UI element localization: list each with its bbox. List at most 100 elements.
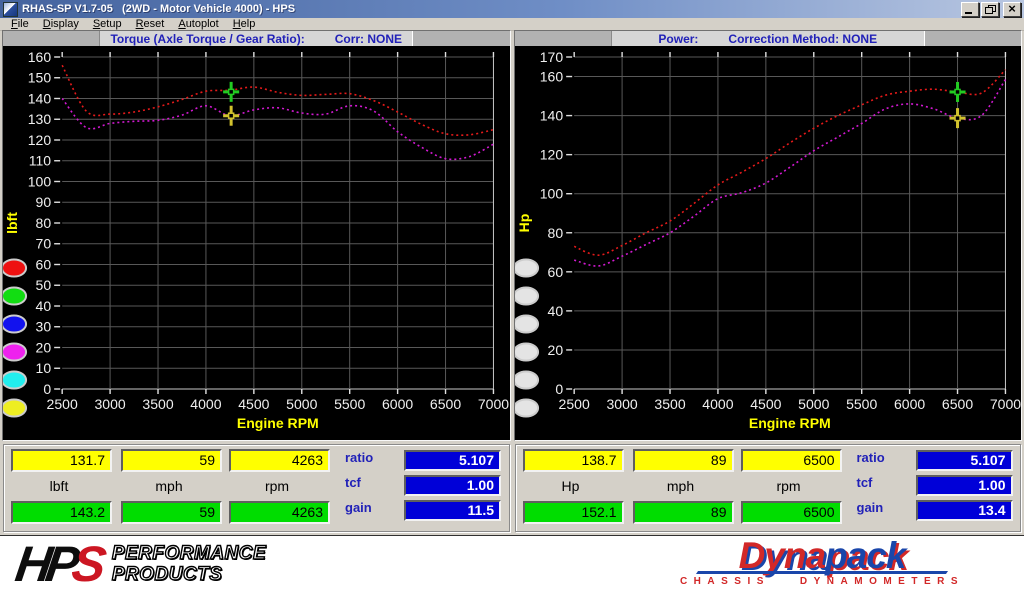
menu-item-setup[interactable]: Setup	[86, 18, 129, 30]
green-cursor[interactable]	[949, 82, 965, 102]
svg-text:100: 100	[28, 174, 52, 190]
curve-run-magenta	[574, 80, 1005, 267]
gain-label: gain	[857, 500, 907, 515]
svg-text:2500: 2500	[47, 396, 78, 412]
power-green-cursor-value: 152.1	[523, 501, 624, 524]
ratio-value-field: 5.107	[404, 450, 501, 471]
hps-logo-text: PERFORMANCE PRODUCTS	[112, 543, 266, 585]
run-select-button-green[interactable]	[3, 288, 26, 305]
svg-text:10: 10	[36, 360, 52, 376]
rpm-green-cursor-value: 6500	[741, 501, 842, 524]
run-select-button-yellow[interactable]	[3, 400, 26, 417]
svg-text:40: 40	[36, 298, 52, 314]
restore-button[interactable]	[981, 2, 999, 17]
torque-panel-header: Torque (Axle Torque / Gear Ratio): Corr:…	[3, 31, 510, 46]
window-title: RHAS-SP V1.7-05 (2WD - Motor Vehicle 400…	[22, 3, 959, 15]
menu-item-autoplot[interactable]: Autoplot	[171, 18, 225, 30]
svg-text:130: 130	[28, 111, 52, 127]
svg-text:0: 0	[555, 381, 563, 397]
tcf-label: tcf	[345, 475, 395, 490]
svg-text:70: 70	[36, 236, 52, 252]
svg-text:20: 20	[547, 342, 563, 358]
dynapack-dynamometers: DYNAMOMETERS	[800, 576, 964, 587]
rpm-yellow-cursor-value: 6500	[741, 449, 842, 472]
svg-text:7000: 7000	[478, 396, 509, 412]
x-axis-label: Engine RPM	[748, 415, 830, 431]
logo-strip: HPS PERFORMANCE PRODUCTS Dynapack CHASSI…	[0, 535, 1024, 592]
readout-row: 131.7 59 4263 lbft mph rpm 143.2 59 4263…	[0, 441, 1024, 536]
yellow-cursor[interactable]	[223, 106, 239, 126]
run-select-button-gray-3[interactable]	[515, 316, 538, 333]
y-axis-label: Hp	[516, 214, 532, 233]
torque-green-cursor-value: 143.2	[11, 501, 112, 524]
hps-s: S	[69, 536, 104, 592]
svg-text:6000: 6000	[382, 396, 413, 412]
minimize-button[interactable]	[961, 2, 979, 17]
svg-text:6500: 6500	[941, 396, 972, 412]
rpm-unit-label: rpm	[229, 478, 325, 494]
svg-text:30: 30	[36, 319, 52, 335]
svg-text:0: 0	[43, 381, 51, 397]
svg-text:4500: 4500	[750, 396, 781, 412]
svg-text:100: 100	[539, 186, 563, 202]
menu-item-display[interactable]: Display	[36, 18, 86, 30]
run-select-button-gray-2[interactable]	[515, 288, 538, 305]
run-select-button-red[interactable]	[3, 260, 26, 277]
tcf-value-field: 1.00	[916, 475, 1013, 496]
svg-text:140: 140	[539, 108, 563, 124]
torque-chart[interactable]: 0102030405060708090100110120130140150160…	[3, 46, 510, 440]
svg-text:160: 160	[539, 69, 563, 85]
svg-text:110: 110	[29, 153, 52, 169]
gain-value-field: 11.5	[404, 500, 501, 521]
dynapack-dyna: Dyna	[739, 535, 825, 576]
title-bar[interactable]: RHAS-SP V1.7-05 (2WD - Motor Vehicle 400…	[0, 0, 1024, 18]
svg-text:5000: 5000	[798, 396, 829, 412]
power-yellow-cursor-value: 138.7	[523, 449, 624, 472]
rpm-green-cursor-value: 4263	[229, 501, 330, 524]
close-button[interactable]	[1003, 2, 1021, 17]
gain-value-field: 13.4	[916, 500, 1013, 521]
svg-text:3500: 3500	[142, 396, 173, 412]
menu-item-reset[interactable]: Reset	[129, 18, 172, 30]
run-select-button-gray-6[interactable]	[515, 400, 538, 417]
svg-text:2500: 2500	[558, 396, 589, 412]
app-icon	[3, 2, 18, 17]
run-select-button-gray-4[interactable]	[515, 344, 538, 361]
ratio-value-field: 5.107	[916, 450, 1013, 471]
run-select-button-gray-5[interactable]	[515, 372, 538, 389]
menu-item-help[interactable]: Help	[226, 18, 263, 30]
power-correction-status: Correction Method: NONE	[728, 32, 877, 46]
run-select-button-magenta[interactable]	[3, 344, 26, 361]
svg-text:6500: 6500	[430, 396, 461, 412]
chart-area: Torque (Axle Torque / Gear Ratio): Corr:…	[0, 30, 1024, 441]
svg-text:40: 40	[547, 303, 563, 319]
svg-text:160: 160	[28, 49, 52, 65]
power-header-strip: Power: Correction Method: NONE	[611, 31, 925, 46]
speed-unit-label: mph	[633, 478, 729, 494]
torque-correction-status: Corr: NONE	[335, 32, 402, 46]
x-axis-label: Engine RPM	[237, 415, 319, 431]
run-select-button-cyan[interactable]	[3, 372, 26, 389]
svg-text:4000: 4000	[190, 396, 221, 412]
power-chart[interactable]: 0204060801001201401601702500300035004000…	[515, 46, 1022, 440]
menu-item-file[interactable]: File	[4, 18, 36, 30]
y-axis-label: lbft	[4, 212, 20, 234]
run-select-button-blue[interactable]	[3, 316, 26, 333]
torque-unit-label: lbft	[11, 478, 107, 494]
dynapack-wordmark: Dynapack	[636, 538, 1008, 574]
yellow-cursor[interactable]	[949, 108, 965, 128]
run-select-button-gray-1[interactable]	[515, 260, 538, 277]
svg-text:5000: 5000	[286, 396, 317, 412]
torque-panel: Torque (Axle Torque / Gear Ratio): Corr:…	[2, 30, 511, 441]
svg-text:5500: 5500	[846, 396, 877, 412]
torque-readout-group: 131.7 59 4263 lbft mph rpm 143.2 59 4263…	[3, 444, 510, 532]
svg-text:50: 50	[36, 277, 52, 293]
svg-text:80: 80	[547, 225, 563, 241]
gain-label: gain	[345, 500, 395, 515]
ratio-label: ratio	[345, 450, 395, 465]
svg-text:120: 120	[539, 147, 563, 163]
svg-text:60: 60	[547, 264, 563, 280]
svg-text:150: 150	[28, 70, 52, 86]
power-unit-label: Hp	[523, 478, 619, 494]
rpm-yellow-cursor-value: 4263	[229, 449, 330, 472]
